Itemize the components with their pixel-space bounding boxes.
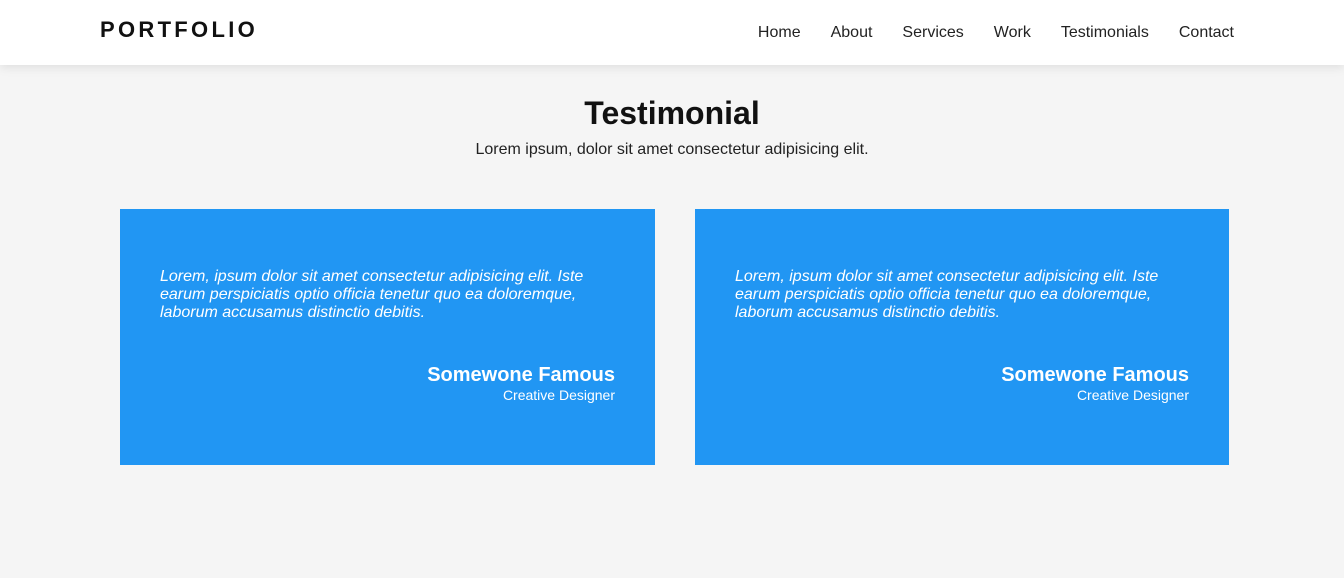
testimonial-author-role: Creative Designer <box>502 387 615 403</box>
nav-link-testimonials[interactable]: Testimonials <box>1061 23 1149 43</box>
testimonial-author-role: Creative Designer <box>1076 387 1189 403</box>
testimonial-author-name: Somewone Famous <box>427 364 615 386</box>
site-logo[interactable]: PORTFOLIO <box>100 17 258 43</box>
testimonial-author-name: Somewone Famous <box>1001 364 1189 386</box>
nav-link-services[interactable]: Services <box>902 23 963 43</box>
testimonial-quote: Lorem, ipsum dolor sit amet consectetur … <box>735 268 1159 321</box>
nav-links: Home About Services Work Testimonials Co… <box>758 0 1234 65</box>
testimonial-card: Lorem, ipsum dolor sit amet consectetur … <box>695 209 1229 465</box>
section-title: Testimonial <box>584 95 760 131</box>
nav-link-about[interactable]: About <box>831 23 873 43</box>
testimonial-quote: Lorem, ipsum dolor sit amet consectetur … <box>160 268 584 321</box>
navbar: PORTFOLIO Home About Services Work Testi… <box>0 0 1344 65</box>
nav-link-work[interactable]: Work <box>994 23 1031 43</box>
nav-link-home[interactable]: Home <box>758 23 801 43</box>
section-subtitle: Lorem ipsum, dolor sit amet consectetur … <box>475 141 869 158</box>
testimonial-card: Lorem, ipsum dolor sit amet consectetur … <box>120 209 655 465</box>
nav-link-contact[interactable]: Contact <box>1179 23 1234 43</box>
